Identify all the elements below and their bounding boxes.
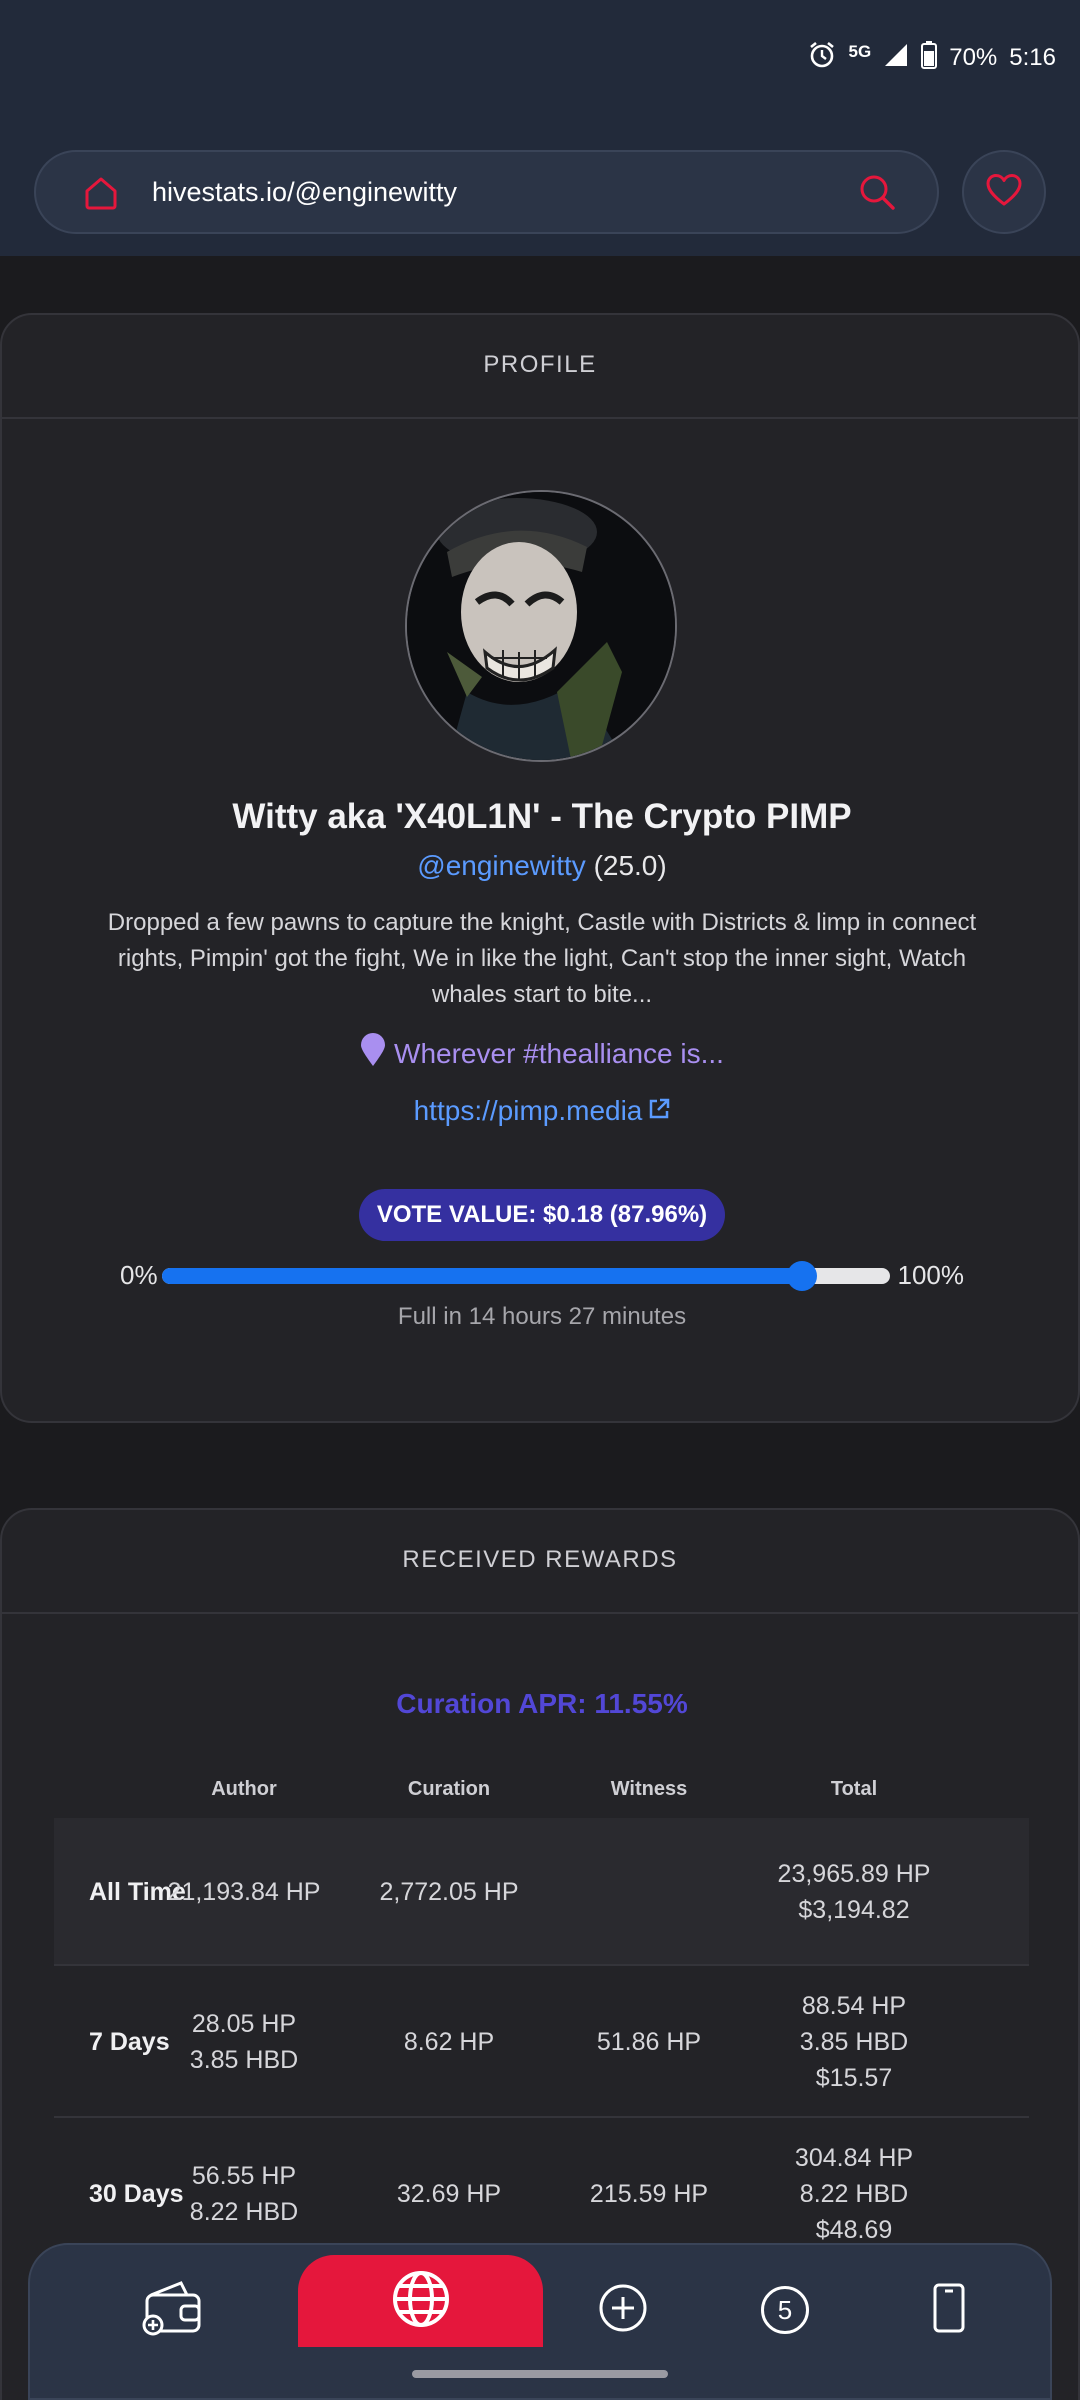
reputation: (25.0) [593,850,667,881]
location: Wherever #thealliance is... [2,1033,1080,1074]
curation-cell: 8.62 HP [354,2024,544,2060]
globe-icon [391,2269,451,2334]
heart-icon [986,173,1022,212]
total-value: 23,965.89 HP [777,1860,931,1888]
table-row: 7 Days 28.05 HP 3.85 HBD 8.62 HP 51.86 HP 88.… [54,1966,1029,2118]
vote-value-badge: VOTE VALUE: $0.18 (87.96%) [359,1189,725,1241]
table-row: All Time 21,193.84 HP 2,772.05 HP 23,965.89… [54,1818,1029,1966]
wallet-icon [141,2279,205,2342]
battery-level: 70% [949,44,998,71]
total-value: $15.57 [815,2064,893,2092]
search-icon[interactable] [857,172,897,217]
profile-section-title: PROFILE [2,315,1078,419]
witness-value: 215.59 HP [589,2180,709,2208]
author-value: 8.22 HBD [189,2198,299,2226]
column-header-author: Author [211,1778,277,1800]
author-value: 28.05 HP [191,2010,297,2038]
witness-cell: 215.59 HP [554,2176,744,2212]
username-link[interactable]: @enginewitty [417,850,586,881]
total-value: 88.54 HP [801,1992,907,2020]
curation-value: 2,772.05 HP [379,1878,519,1906]
wallet-button[interactable] [138,2275,208,2345]
profile-bio: Dropped a few pawns to capture the knigh… [107,909,977,1008]
alarm-icon [807,40,837,77]
rewards-table-header: Author Curation Witness Total [54,1778,1029,1818]
author-value: 56.55 HP [191,2162,297,2190]
status-bar: 5G 70% 5:16 [807,38,1056,78]
total-value: $3,194.82 [798,1896,910,1924]
network-type: 5G [848,42,872,61]
location-pin-icon [360,1033,386,1074]
witness-cell: 51.86 HP [554,2024,744,2060]
gesture-bar[interactable] [412,2370,668,2378]
browser-tab-button[interactable] [298,2255,543,2347]
witness-value: 51.86 HP [596,2028,702,2056]
plus-circle-icon [598,2283,648,2338]
tabs-button[interactable]: 5 [750,2275,820,2345]
curation-cell: 2,772.05 HP [354,1874,544,1910]
favorite-button[interactable] [962,150,1046,234]
tab-count: 5 [777,2294,793,2325]
author-cell: 56.55 HP 8.22 HBD [149,2158,339,2230]
slider-track [162,1261,890,1291]
slider-fill [162,1268,803,1284]
total-value: 3.85 HBD [799,2028,909,2056]
total-value: 304.84 HP [794,2144,914,2172]
column-header-curation: Curation [407,1778,491,1800]
display-name: Witty aka 'X40L1N' - The Crypto PIMP [232,797,852,836]
curation-value: 32.69 HP [396,2180,502,2208]
recharge-time: Full in 14 hours 27 minutes [397,1303,687,1330]
author-cell: 21,193.84 HP [149,1874,339,1910]
address-bar[interactable]: hivestats.io/@enginewitty [34,150,939,234]
rewards-section-title: RECEIVED REWARDS [2,1510,1078,1614]
signal-icon [883,42,909,75]
website-link[interactable]: https://pimp.media [414,1095,643,1127]
voting-power-slider: 0% 100% [120,1255,964,1295]
total-cell: 88.54 HP 3.85 HBD $15.57 [759,1988,949,2096]
curation-apr: Curation APR: 11.55% [396,1688,688,1719]
author-value: 21,193.84 HP [167,1878,321,1906]
device-button[interactable] [914,2275,984,2345]
slider-thumb [787,1261,818,1291]
author-value: 3.85 HBD [189,2046,299,2074]
home-icon[interactable] [82,174,120,217]
external-link-icon [648,1095,670,1127]
curation-value: 8.62 HP [403,2028,495,2056]
column-header-total: Total [830,1778,878,1800]
slider-min-label: 0% [120,1260,158,1290]
total-cell: 23,965.89 HP $3,194.82 [759,1856,949,1928]
author-cell: 28.05 HP 3.85 HBD [149,2006,339,2078]
clock: 5:16 [1009,44,1056,71]
total-value: 8.22 HBD [799,2180,909,2208]
url-text[interactable]: hivestats.io/@enginewitty [152,152,457,232]
slider-max-label: 100% [897,1260,965,1290]
total-cell: 304.84 HP 8.22 HBD $48.69 [759,2140,949,2248]
battery-icon [921,40,938,76]
browser-header: 5G 70% 5:16 hivestats.io/@enginewitty [0,0,1080,256]
phone-icon [932,2283,966,2338]
tab-count-icon: 5 [761,2286,809,2334]
column-header-witness: Witness [610,1778,688,1800]
curation-cell: 32.69 HP [354,2176,544,2212]
avatar[interactable] [405,490,677,762]
handle-row: @enginewitty (25.0) [2,850,1080,882]
website-row: https://pimp.media [2,1095,1080,1127]
new-tab-button[interactable] [588,2275,658,2345]
location-text: Wherever #thealliance is... [394,1037,724,1069]
profile-card: PROFILE Witty aka 'X40L1N' - The Crypto … [0,313,1080,1423]
